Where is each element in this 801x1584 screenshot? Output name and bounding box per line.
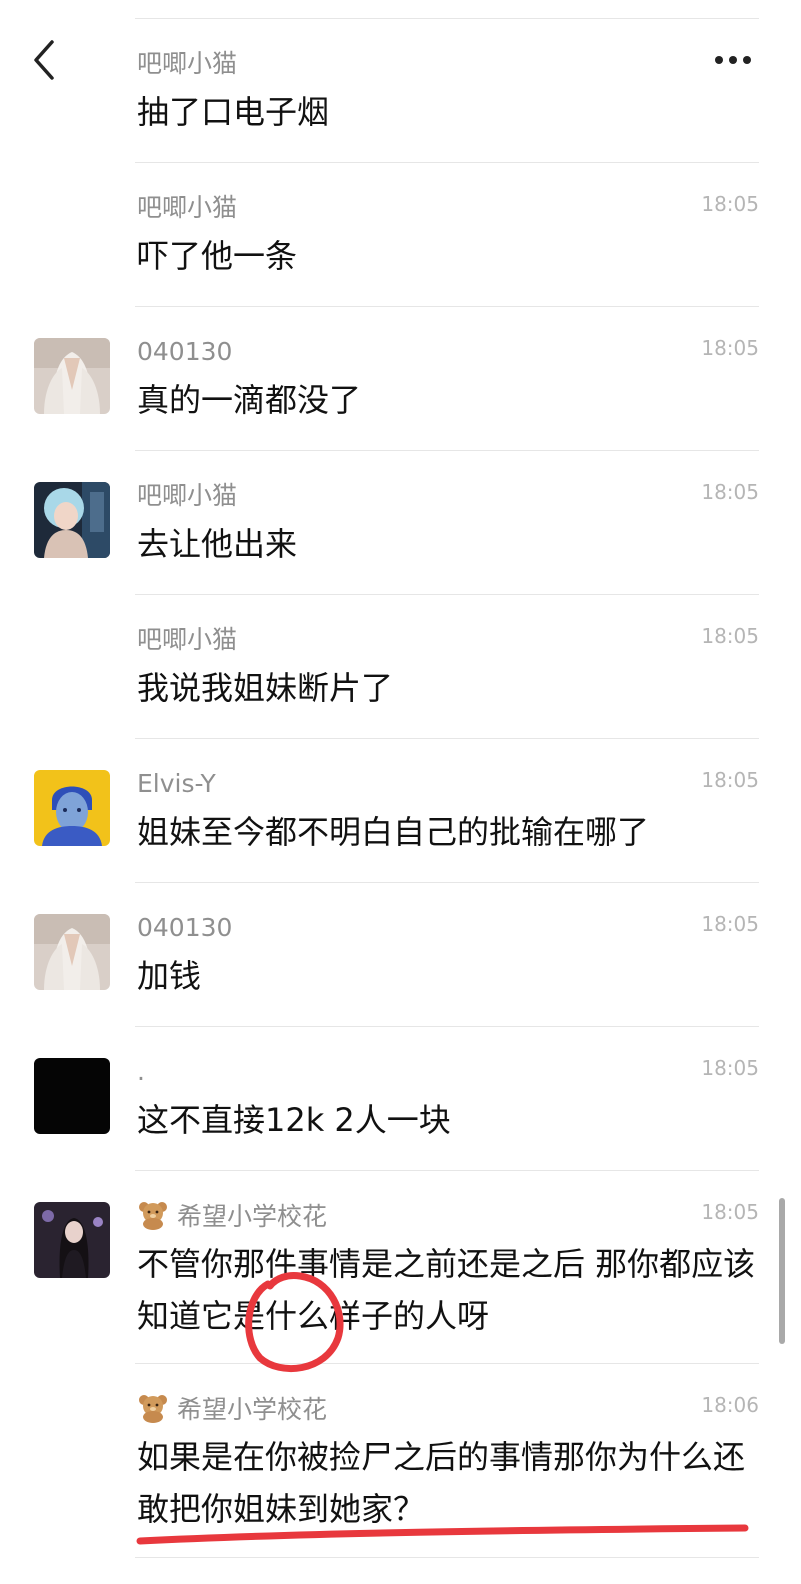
divider <box>135 1170 759 1171</box>
avatar-image <box>34 482 110 558</box>
divider <box>135 450 759 451</box>
sender-name: 吧唧小猫 <box>137 193 238 222</box>
avatar[interactable] <box>34 1202 110 1278</box>
message-text: 去让他出来 <box>137 525 298 563</box>
sender-name: 希望小学校花 <box>137 1393 327 1426</box>
divider <box>135 1557 759 1558</box>
message-time: 18:05 <box>701 192 759 216</box>
message-time: 18:05 <box>701 1200 759 1224</box>
divider <box>135 306 759 307</box>
message-text: 如果是在你被捡尸之后的事情那你为什么还敢把你姐妹到她家？ <box>137 1438 746 1528</box>
teddy-bear-icon <box>139 1202 167 1230</box>
message-time: 18:05 <box>701 336 759 360</box>
divider <box>135 1026 759 1027</box>
message-text: 抽了口电子烟 <box>137 93 330 131</box>
message-time: 18:05 <box>701 912 759 936</box>
avatar[interactable] <box>34 770 110 846</box>
message-time: 18:05 <box>701 768 759 792</box>
more-options-button[interactable] <box>708 50 758 70</box>
divider <box>135 882 759 883</box>
sender-name: 希望小学校花 <box>137 1200 327 1233</box>
message-time: 18:05 <box>701 480 759 504</box>
message-text: 加钱 <box>137 957 202 995</box>
sender-name: 吧唧小猫 <box>137 481 238 510</box>
message-text: 我说我姐妹断片了 <box>137 669 394 707</box>
sender-name: 吧唧小猫 <box>137 625 238 654</box>
message-text: 这不直接12k 2人一块 <box>137 1101 451 1139</box>
divider <box>135 1363 759 1364</box>
message-time: 18:05 <box>701 624 759 648</box>
message-time: 18:05 <box>701 1056 759 1080</box>
sender-name: Elvis-Y <box>137 769 216 798</box>
divider <box>135 18 759 19</box>
message-text: 姐妹至今都不明白自己的批输在哪了 <box>137 813 650 851</box>
sender-name: 040130 <box>137 337 233 366</box>
sender-name: 吧唧小猫 <box>137 49 238 78</box>
scrollbar-thumb[interactable] <box>779 1198 785 1344</box>
message-time: 18:06 <box>701 1393 759 1417</box>
avatar-image <box>34 1202 110 1278</box>
sender-name: 040130 <box>137 913 233 942</box>
avatar-image <box>34 338 110 414</box>
chevron-left-icon <box>34 40 54 80</box>
divider <box>135 594 759 595</box>
message-text: 真的一滴都没了 <box>137 381 362 419</box>
teddy-bear-icon <box>139 1395 167 1423</box>
avatar-image <box>34 914 110 990</box>
divider <box>135 162 759 163</box>
back-button[interactable] <box>28 36 64 84</box>
sender-name-text: 希望小学校花 <box>177 1395 328 1424</box>
sender-name: . <box>137 1057 145 1086</box>
sender-name-text: 希望小学校花 <box>177 1202 328 1231</box>
divider <box>135 738 759 739</box>
avatar-image <box>34 770 110 846</box>
message-text: 不管你那件事情是之前还是之后 那你都应该知道它是什么样子的人呀 <box>137 1245 756 1335</box>
avatar[interactable] <box>34 914 110 990</box>
avatar[interactable] <box>34 338 110 414</box>
message-text: 吓了他一条 <box>137 237 298 275</box>
avatar[interactable] <box>34 1058 110 1134</box>
avatar[interactable] <box>34 482 110 558</box>
ellipsis-icon <box>715 56 723 64</box>
